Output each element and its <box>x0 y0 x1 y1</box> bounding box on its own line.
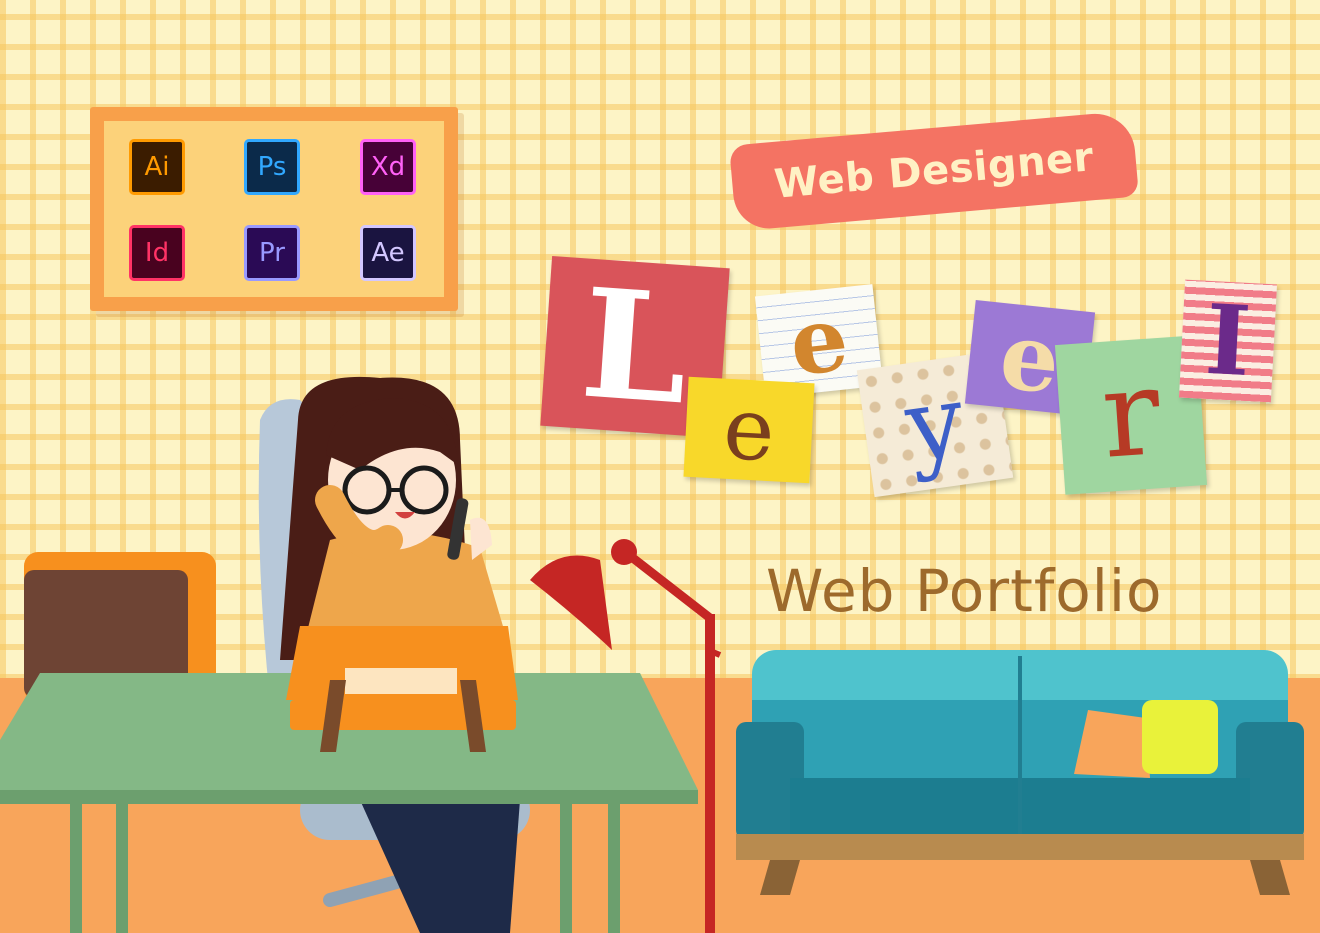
scene: Ai Ps Xd Id Pr Ae Web Designer L e e y e… <box>0 0 1320 933</box>
sofa <box>736 650 1304 895</box>
room-illustration <box>0 376 1304 933</box>
